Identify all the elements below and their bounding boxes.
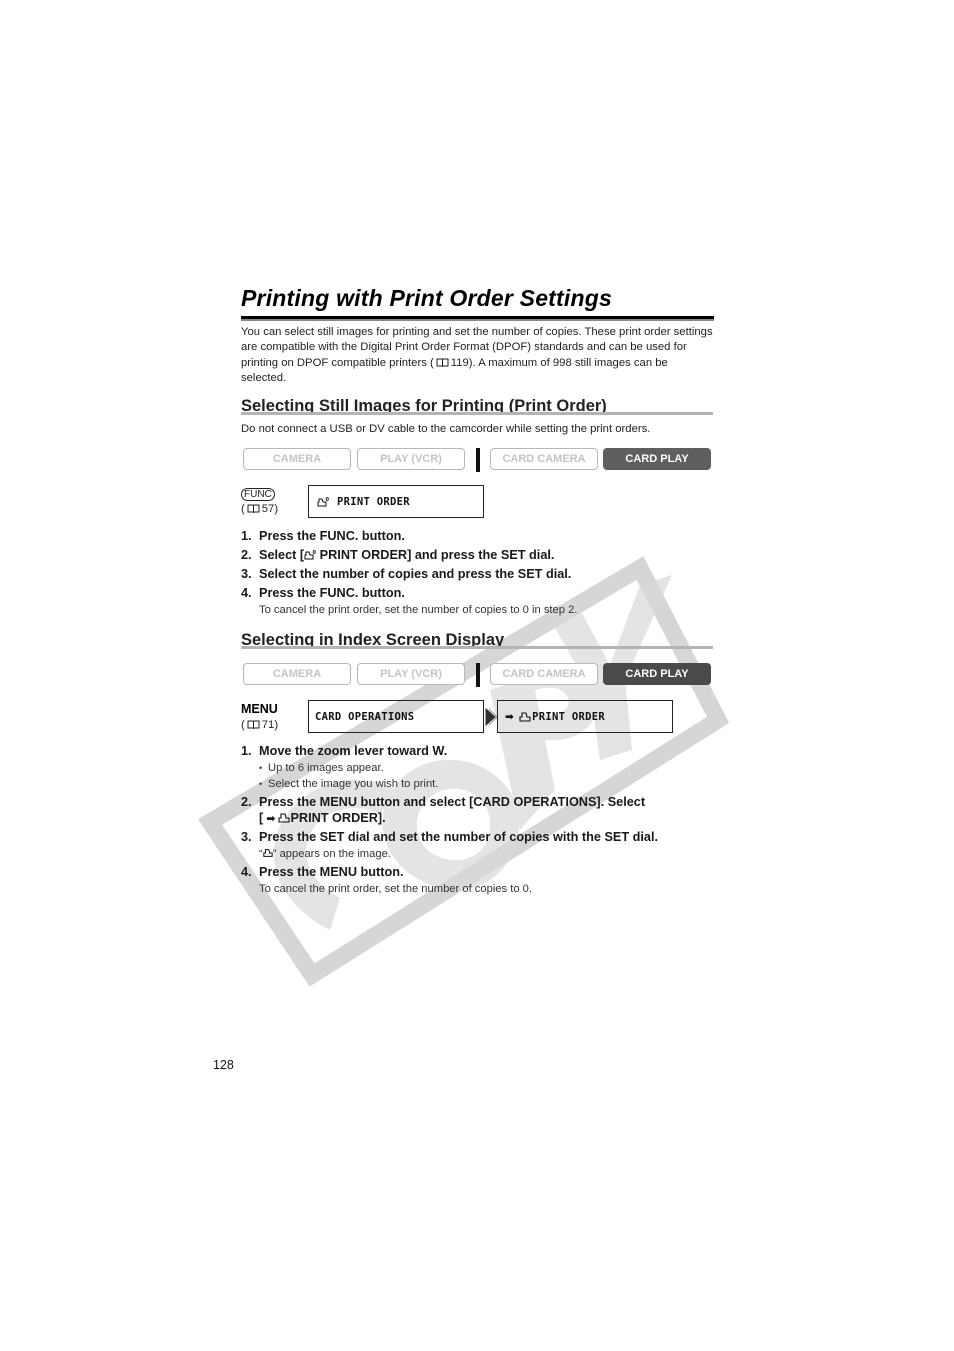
lcd-print-order-text: PRINT ORDER	[532, 710, 605, 723]
step-number: 1.	[241, 529, 252, 543]
step-number: 1.	[241, 744, 252, 758]
mode-camera: CAMERA	[243, 663, 351, 685]
step-note: “” appears on the image.	[259, 846, 721, 862]
page-number: 128	[213, 1058, 234, 1072]
func-page-ref[interactable]: 57	[262, 503, 275, 515]
step-item: 4. Press the FUNC. button. To cancel the …	[241, 585, 721, 618]
step-item: 4. Press the MENU button. To cancel the p…	[241, 864, 721, 897]
step-number: 2.	[241, 795, 252, 809]
page-title: Printing with Print Order Settings	[241, 285, 612, 311]
step-text: Select [	[259, 548, 305, 562]
print-order-icon: 0	[317, 497, 330, 506]
step-text: Move the zoom lever toward W.	[259, 744, 448, 758]
section-note: Do not connect a USB or DV cable to the …	[241, 423, 651, 435]
step-number: 4.	[241, 865, 252, 879]
step-text: PRINT ORDER].	[290, 811, 386, 825]
lcd-card-operations: CARD OPERATIONS	[308, 700, 484, 733]
mode-bar: CAMERA PLAY (VCR) CARD CAMERA CARD PLAY	[243, 663, 713, 687]
intro-paragraph: You can select still images for printing…	[241, 325, 713, 387]
double-chevron-icon	[485, 707, 497, 727]
step-item: 1. Move the zoom lever toward W. Up to 6 …	[241, 743, 721, 792]
step-text: PRINT ORDER] and press the SET dial.	[316, 548, 555, 562]
steps-print-order: 1. Press the FUNC. button. 2. Select [0 PR…	[241, 528, 721, 618]
step-bullet: Up to 6 images appear.	[259, 760, 721, 776]
lcd-print-order: 0 PRINT ORDER	[308, 485, 484, 518]
title-rule	[241, 316, 714, 321]
section-rule	[241, 646, 713, 649]
step-text: Press the FUNC. button.	[259, 586, 405, 600]
mode-separator	[476, 663, 480, 687]
lcd-print-order: ➡ PRINT ORDER	[497, 700, 673, 733]
section-rule	[241, 412, 713, 415]
lcd-print-order-text: PRINT ORDER	[337, 495, 410, 508]
print-order-icon: 0	[304, 550, 316, 560]
step-number: 4.	[241, 586, 252, 600]
print-icon	[278, 813, 291, 823]
steps-index-screen: 1. Move the zoom lever toward W. Up to 6 …	[241, 743, 721, 897]
book-reference-icon	[247, 720, 260, 729]
lcd-card-operations-text: CARD OPERATIONS	[315, 710, 415, 723]
mode-card-play-active: CARD PLAY	[603, 448, 711, 470]
menu-button-label: MENU	[241, 702, 278, 716]
mode-play-vcr: PLAY (VCR)	[357, 448, 465, 470]
menu-access: MENU (71)	[241, 702, 279, 731]
book-reference-icon	[247, 504, 260, 513]
step-note: To cancel the print order, set the numbe…	[259, 604, 578, 616]
mode-camera: CAMERA	[243, 448, 351, 470]
print-icon	[263, 849, 273, 857]
step-text: Press the FUNC. button.	[259, 529, 405, 543]
svg-text:0: 0	[326, 497, 330, 503]
mode-separator	[476, 448, 480, 472]
step-note: To cancel the print order, set the numbe…	[259, 883, 533, 895]
func-button-badge: FUNC	[241, 488, 275, 501]
step-note-text: ” appears on the image.	[272, 848, 391, 860]
func-access: FUNC (57)	[241, 488, 279, 515]
step-item: 3. Select the number of copies and press …	[241, 566, 721, 583]
menu-page-ref[interactable]: 71	[262, 719, 275, 731]
mode-card-play-active: CARD PLAY	[603, 663, 711, 685]
step-number: 3.	[241, 567, 252, 581]
intro-page-ref[interactable]: 119	[451, 357, 469, 369]
step-text: Select the number of copies and press th…	[259, 567, 572, 581]
mode-play-vcr: PLAY (VCR)	[357, 663, 465, 685]
mode-card-camera: CARD CAMERA	[490, 448, 598, 470]
arrow-right-icon: ➡	[505, 710, 515, 723]
step-item: 2. Select [0 PRINT ORDER] and press the S…	[241, 547, 721, 564]
step-item: 2. Press the MENU button and select [CARD…	[241, 794, 721, 827]
step-text: Press the SET dial and set the number of…	[259, 830, 659, 844]
book-reference-icon	[436, 358, 449, 367]
step-number: 3.	[241, 830, 252, 844]
arrow-right-icon: ➡	[266, 812, 276, 825]
step-bullet: Select the image you wish to print.	[259, 776, 721, 792]
step-item: 3. Press the SET dial and set the number …	[241, 829, 721, 862]
step-item: 1. Press the FUNC. button.	[241, 528, 721, 545]
mode-bar: CAMERA PLAY (VCR) CARD CAMERA CARD PLAY	[243, 448, 713, 472]
step-number: 2.	[241, 548, 252, 562]
step-text: Press the MENU button and select [CARD O…	[259, 795, 646, 809]
step-text: Press the MENU button.	[259, 865, 404, 879]
step-text: [	[259, 811, 264, 825]
mode-card-camera: CARD CAMERA	[490, 663, 598, 685]
print-icon	[519, 711, 531, 722]
